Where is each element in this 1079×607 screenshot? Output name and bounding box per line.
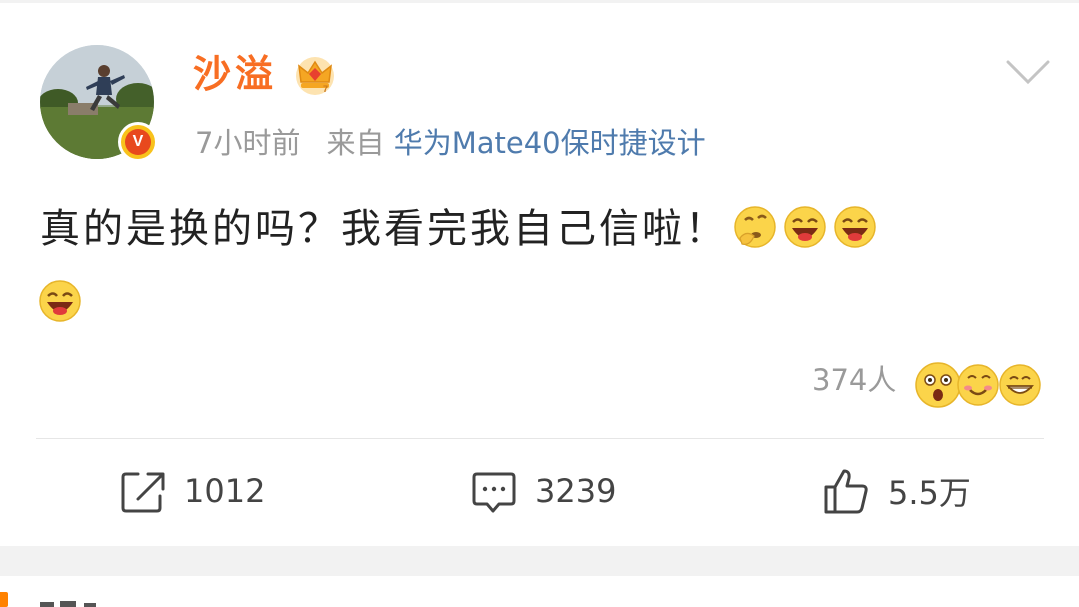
laughing-emoji-icon bbox=[834, 206, 876, 248]
chevron-down-icon[interactable] bbox=[1005, 58, 1051, 88]
post-time: 7小时前 bbox=[195, 126, 301, 160]
top-divider bbox=[0, 0, 1079, 3]
verified-badge-icon: V bbox=[118, 122, 158, 162]
from-label: 来自 bbox=[326, 126, 385, 160]
username[interactable]: 沙溢 bbox=[193, 52, 277, 96]
like-button[interactable]: 5.5万 bbox=[822, 466, 971, 516]
comment-button[interactable]: 3239 bbox=[471, 466, 616, 516]
next-post-marker bbox=[0, 592, 8, 607]
crown-vip-icon: 7 bbox=[296, 57, 334, 95]
emoji-row bbox=[37, 278, 83, 324]
next-post-header-peek bbox=[40, 601, 96, 607]
laughing-emoji-icon bbox=[784, 206, 826, 248]
laughing-emoji-icon bbox=[39, 280, 81, 322]
grinning-emoji-icon bbox=[999, 364, 1041, 406]
thinking-emoji-icon bbox=[734, 206, 776, 248]
action-divider bbox=[36, 438, 1044, 439]
post-text: 真的是换的吗？我看完我自己信啦！ bbox=[40, 198, 1040, 260]
reaction-count[interactable]: 374人 bbox=[812, 360, 896, 400]
love-emoji-icon bbox=[957, 364, 999, 406]
surprised-emoji-icon bbox=[915, 362, 961, 408]
comment-icon bbox=[472, 472, 516, 513]
source-link[interactable]: 华为Mate40保时捷设计 bbox=[394, 126, 706, 160]
like-count: 5.5万 bbox=[888, 474, 971, 512]
repost-count: 1012 bbox=[184, 472, 266, 510]
svg-text:7: 7 bbox=[323, 84, 328, 94]
share-icon bbox=[121, 472, 165, 513]
reaction-icons[interactable] bbox=[914, 360, 1044, 410]
comment-count: 3239 bbox=[535, 472, 617, 510]
post-separator bbox=[0, 546, 1079, 576]
post-meta: 7小时前 来自 华为Mate40保时捷设计 bbox=[195, 124, 706, 162]
repost-button[interactable]: 1012 bbox=[120, 466, 265, 516]
thumbs-up-icon bbox=[824, 469, 868, 514]
post-text-body: 真的是换的吗？我看完我自己信啦！ bbox=[40, 206, 728, 252]
